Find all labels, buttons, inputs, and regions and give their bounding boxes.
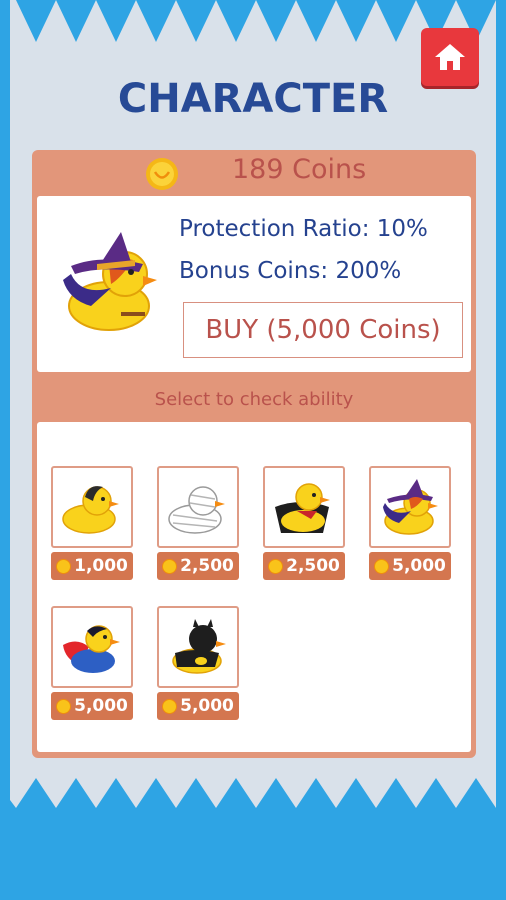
coin-icon — [162, 558, 178, 574]
coin-icon — [146, 158, 178, 190]
price-tag: 5,000 — [51, 692, 133, 720]
character-panel: 189 Coins Protection Ratio: 10% Bonus Co… — [32, 150, 476, 758]
screen: CHARACTER 189 Coins Protection Ratio: 10… — [0, 0, 506, 900]
coin-icon — [374, 558, 390, 574]
superhero-duck-icon — [63, 625, 120, 673]
price-tag: 5,000 — [157, 692, 239, 720]
mummy-duck-icon — [168, 486, 225, 534]
home-button[interactable] — [421, 28, 479, 86]
character-card-4[interactable]: 5,000 — [369, 466, 451, 582]
character-card-5[interactable]: 5,000 — [51, 606, 133, 722]
character-frame — [157, 606, 239, 688]
character-frame — [263, 466, 345, 548]
price-tag: 1,000 — [51, 552, 133, 580]
character-card-3[interactable]: 2,500 — [263, 466, 345, 582]
price-text: 5,000 — [392, 556, 446, 576]
coin-icon — [162, 698, 178, 714]
price-tag: 5,000 — [369, 552, 451, 580]
coin-icon — [56, 558, 72, 574]
price-text: 1,000 — [74, 556, 128, 576]
character-card-1[interactable]: 1,000 — [51, 466, 133, 582]
black-hair-duck-icon — [62, 486, 119, 534]
witch-duck-icon — [383, 479, 438, 535]
price-tag: 2,500 — [157, 552, 239, 580]
character-frame — [369, 466, 451, 548]
hint-text: Select to check ability — [154, 388, 354, 410]
character-grid: 1,000 2,500 2,500 5,000 5,000 5,000 — [37, 422, 471, 752]
buy-button[interactable]: BUY (5,000 Coins) — [183, 302, 463, 358]
character-frame — [51, 466, 133, 548]
witch-duck-icon — [63, 232, 157, 331]
batman-duck-icon — [172, 619, 226, 674]
coin-icon — [56, 698, 72, 714]
price-text: 2,500 — [286, 556, 340, 576]
coin-icon — [268, 558, 284, 574]
protection-ratio: Protection Ratio: 10% — [179, 216, 428, 242]
character-frame — [51, 606, 133, 688]
price-text: 5,000 — [74, 696, 128, 716]
vampire-duck-icon — [275, 483, 330, 533]
character-frame — [157, 466, 239, 548]
bonus-coins: Bonus Coins: 200% — [179, 258, 402, 284]
price-tag: 2,500 — [263, 552, 345, 580]
coin-balance: 189 Coins — [32, 150, 476, 194]
coin-count: 189 Coins — [232, 154, 367, 185]
price-text: 5,000 — [180, 696, 234, 716]
character-card-6[interactable]: 5,000 — [157, 606, 239, 722]
home-icon — [435, 44, 465, 70]
character-card-2[interactable]: 2,500 — [157, 466, 239, 582]
selected-character-detail: Protection Ratio: 10% Bonus Coins: 200% … — [37, 196, 471, 372]
price-text: 2,500 — [180, 556, 234, 576]
hint-bar: Select to check ability — [32, 376, 476, 422]
